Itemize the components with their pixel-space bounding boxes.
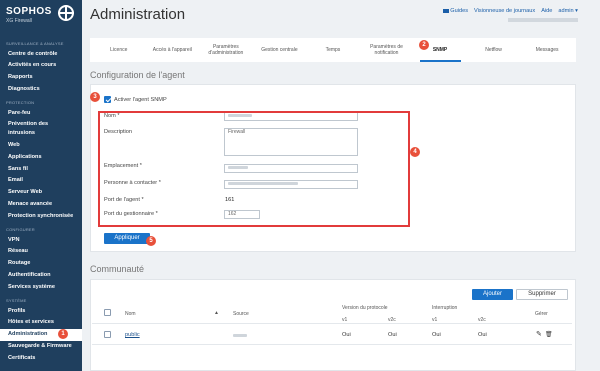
enable-snmp-checkbox[interactable] bbox=[104, 96, 111, 103]
edit-icon[interactable]: ✎ bbox=[536, 330, 542, 338]
sidebar-item-web-server[interactable]: Serveur Web bbox=[0, 187, 82, 199]
sidebar-item-web[interactable]: Web bbox=[0, 140, 82, 152]
step-marker-4: 4 bbox=[410, 147, 420, 157]
community-source bbox=[233, 333, 247, 339]
sidebar-item-routing[interactable]: Routage bbox=[0, 258, 82, 270]
tab-license[interactable]: Licence bbox=[96, 38, 141, 62]
tab-messages[interactable]: Messages bbox=[525, 38, 570, 62]
log-viewer-link[interactable]: Visionneuse de journaux bbox=[474, 8, 535, 14]
agent-config-title: Configuration de l'agent bbox=[90, 70, 185, 80]
device-info-redacted bbox=[508, 18, 578, 22]
tab-admin-settings[interactable]: Paramètres d'administration bbox=[203, 38, 248, 62]
row-checkbox[interactable] bbox=[104, 331, 111, 338]
nav-section-configure: CONFIGURER VPN Réseau Routage Authentifi… bbox=[0, 225, 82, 293]
sidebar-item-email[interactable]: Email bbox=[0, 175, 82, 187]
tab-time[interactable]: Temps bbox=[310, 38, 355, 62]
sidebar-item-intrusion-prevention[interactable]: Prévention des intrusions bbox=[0, 119, 82, 140]
sidebar-item-applications[interactable]: Applications bbox=[0, 151, 82, 163]
col-name[interactable]: Nom bbox=[125, 311, 136, 317]
step-marker-5: 5 bbox=[146, 236, 156, 246]
select-all-checkbox[interactable] bbox=[104, 309, 111, 316]
sidebar-item-current-activities[interactable]: Activités en cours bbox=[0, 60, 82, 72]
sidebar-item-system-services[interactable]: Services système bbox=[0, 281, 82, 293]
col-interruption: Interruption bbox=[432, 305, 458, 311]
guides-link[interactable]: Guides bbox=[443, 8, 468, 14]
video-icon bbox=[443, 8, 450, 13]
brand[interactable]: SOPHOS XG Firewall bbox=[0, 0, 82, 36]
nav-section-protect: PROTECTION Pare-feu Prévention des intru… bbox=[0, 98, 82, 222]
sidebar-item-authentication[interactable]: Authentification bbox=[0, 270, 82, 282]
sidebar-item-hosts-services[interactable]: Hôtes et services bbox=[0, 317, 82, 329]
sidebar-item-vpn[interactable]: VPN bbox=[0, 234, 82, 246]
header: Administration Guides Visionneuse de jou… bbox=[82, 0, 600, 34]
sophos-logo-icon bbox=[58, 5, 74, 21]
trash-icon[interactable]: 🗑 bbox=[545, 331, 553, 338]
nav-section-system: SYSTÈME Profils Hôtes et services Admini… bbox=[0, 296, 82, 364]
step-marker-1: 1 bbox=[58, 329, 68, 339]
nav-section-monitor: SURVEILLANCE & ANALYSE Centre de contrôl… bbox=[0, 39, 82, 95]
sidebar-item-firewall[interactable]: Pare-feu bbox=[0, 107, 82, 119]
delete-button[interactable]: Supprimer bbox=[516, 289, 568, 300]
sidebar-item-certificates[interactable]: Certificats bbox=[0, 352, 82, 364]
sidebar: SOPHOS XG Firewall SURVEILLANCE & ANALYS… bbox=[0, 0, 82, 371]
step-marker-2: 2 bbox=[419, 40, 429, 50]
header-links: Guides Visionneuse de journaux Aide admi… bbox=[443, 8, 578, 14]
nav-heading: SURVEILLANCE & ANALYSE bbox=[6, 41, 64, 46]
col-protocol-version: Version du protocole bbox=[342, 305, 388, 311]
sidebar-item-control-center[interactable]: Centre de contrôle bbox=[0, 48, 82, 60]
tab-bar: Licence Accès à l'appareil Paramètres d'… bbox=[90, 38, 576, 62]
header-separator bbox=[92, 323, 572, 324]
int-v2c-value: Oui bbox=[478, 332, 487, 338]
nav-heading: SYSTÈME bbox=[6, 298, 27, 304]
help-link[interactable]: Aide bbox=[541, 8, 552, 14]
tab-device-access[interactable]: Accès à l'appareil bbox=[150, 38, 195, 62]
sidebar-item-wireless[interactable]: Sans fil bbox=[0, 163, 82, 175]
redacted-value bbox=[233, 334, 247, 338]
tab-central-management[interactable]: Gestion centrale bbox=[257, 38, 302, 62]
sidebar-item-advanced-threat[interactable]: Menace avancée bbox=[0, 199, 82, 211]
sidebar-item-profiles[interactable]: Profils bbox=[0, 305, 82, 317]
sidebar-item-backup-firmware[interactable]: Sauvegarde & Firmware bbox=[0, 341, 82, 353]
proto-v1-value: Oui bbox=[342, 332, 351, 338]
tab-notification-settings[interactable]: Paramètres de notification bbox=[364, 38, 409, 62]
enable-snmp-label: Activer l'agent SNMP bbox=[114, 97, 167, 103]
sidebar-item-diagnostics[interactable]: Diagnostics bbox=[0, 83, 82, 95]
sidebar-item-administration[interactable]: Administration bbox=[0, 328, 82, 341]
sidebar-item-network[interactable]: Réseau bbox=[0, 246, 82, 258]
guides-label: Guides bbox=[450, 8, 469, 14]
page-title: Administration bbox=[90, 6, 186, 23]
tab-netflow[interactable]: Netflow bbox=[471, 38, 516, 62]
int-v1-value: Oui bbox=[432, 332, 441, 338]
nav-heading: PROTECTION bbox=[6, 100, 35, 106]
fields-highlight-box bbox=[98, 111, 410, 227]
proto-v2c-value: Oui bbox=[388, 332, 397, 338]
col-manage: Gérer bbox=[535, 311, 548, 317]
sort-icon[interactable]: ▲ bbox=[214, 310, 219, 316]
admin-menu[interactable]: admin ▾ bbox=[558, 8, 578, 14]
community-title: Communauté bbox=[90, 264, 145, 274]
sidebar-item-synchronized-security[interactable]: Protection synchronisée bbox=[0, 210, 82, 222]
step-marker-3: 3 bbox=[90, 92, 100, 102]
col-source[interactable]: Source bbox=[233, 311, 249, 317]
apply-button[interactable]: Appliquer bbox=[104, 233, 150, 244]
add-button[interactable]: Ajouter bbox=[472, 289, 513, 300]
nav-heading: CONFIGURER bbox=[6, 227, 35, 233]
sidebar-item-reports[interactable]: Rapports bbox=[0, 72, 82, 84]
community-name-link[interactable]: public bbox=[125, 332, 140, 338]
row-separator bbox=[92, 344, 572, 345]
